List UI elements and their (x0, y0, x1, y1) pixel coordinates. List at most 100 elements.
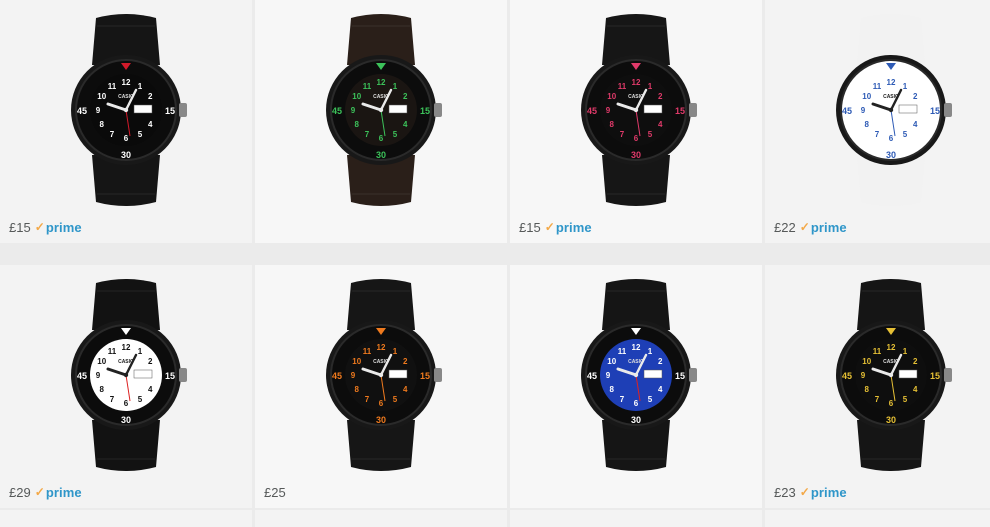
hour-numeral: 8 (355, 385, 360, 394)
hour-numeral: 9 (606, 371, 611, 380)
bezel-number: 30 (631, 415, 641, 425)
product-card[interactable]: 15 30 45 1 2 4 5 6 7 8 9 10 11 12 CASIO £15 ✓ prime (510, 0, 762, 243)
price-row: £25 (264, 484, 286, 500)
hour-numeral: 12 (122, 343, 131, 352)
bezel-number: 45 (842, 106, 852, 116)
hour-numeral: 7 (365, 130, 370, 139)
day-date-window (898, 104, 918, 114)
product-card[interactable]: 15 30 45 1 2 4 5 6 7 8 9 10 11 12 CASIO £29 ✓ prime (0, 265, 252, 508)
product-card-partial[interactable] (0, 510, 252, 527)
product-price: £23 (774, 484, 796, 500)
product-card-partial[interactable] (765, 510, 990, 527)
hour-numeral: 5 (393, 130, 398, 139)
hour-numeral: 9 (351, 106, 356, 115)
product-image[interactable]: 153045124567891011 12CASIO (765, 0, 990, 212)
hour-numeral: 1 (393, 347, 398, 356)
hour-numeral: 5 (903, 395, 908, 404)
hour-numeral: 1 (648, 82, 653, 91)
bezel-number: 15 (165, 371, 175, 381)
hour-numeral: 11 (873, 82, 882, 91)
hour-numeral: 5 (138, 395, 143, 404)
bezel-number: 30 (631, 150, 641, 160)
hour-numeral: 2 (913, 92, 918, 101)
product-card[interactable]: 15 30 45 1 2 4 5 6 7 8 9 10 11 12 CASIO £23 ✓ prime (765, 265, 990, 508)
bezel-number: 30 (376, 415, 386, 425)
prime-check-icon: ✓ (544, 220, 555, 234)
product-image[interactable]: 153045124567891011 12CASIO (510, 265, 762, 477)
hour-numeral: 12 (122, 78, 131, 87)
prime-badge: ✓ prime (800, 220, 847, 235)
product-price: £22 (774, 219, 796, 235)
product-image[interactable]: 153045124567891011 12CASIO (255, 0, 507, 212)
watch-center-pin (888, 372, 894, 378)
hour-numeral: 4 (148, 385, 153, 394)
prime-label: prime (810, 484, 847, 500)
bezel-number: 45 (587, 371, 597, 381)
hour-numeral: 7 (365, 395, 370, 404)
hour-numeral: 11 (618, 82, 627, 91)
prime-label: prime (810, 219, 847, 235)
product-image[interactable]: 153045124567891011 12CASIO (510, 0, 762, 212)
hour-numeral: 6 (379, 134, 384, 143)
product-image[interactable]: 153045124567891011 12CASIO (0, 0, 252, 212)
bezel-number: 15 (675, 371, 685, 381)
product-price: £15 (9, 219, 31, 235)
bezel-number: 45 (842, 371, 852, 381)
day-date-window (388, 104, 408, 114)
day-date-window (388, 369, 408, 379)
bezel-number: 45 (77, 371, 87, 381)
hour-numeral: 5 (138, 130, 143, 139)
hour-numeral: 6 (634, 399, 639, 408)
watch-center-pin (123, 107, 129, 113)
hour-numeral: 11 (108, 347, 117, 356)
hour-numeral: 4 (403, 120, 408, 129)
hour-numeral: 8 (610, 385, 615, 394)
product-card[interactable]: 15 30 45 1 2 4 5 6 7 8 9 10 11 12 CASIO £15 ✓ prime (0, 0, 252, 243)
bezel-number: 15 (930, 106, 940, 116)
product-image[interactable]: 153045124567891011 12CASIO (255, 265, 507, 477)
watch-crown (434, 103, 442, 117)
hour-numeral: 11 (108, 82, 117, 91)
hour-numeral: 5 (903, 130, 908, 139)
hour-numeral: 12 (377, 343, 386, 352)
watch-illustration: 153045124567891011 12CASIO (581, 14, 697, 206)
hour-numeral: 10 (607, 357, 616, 366)
product-card[interactable]: 15 30 45 1 2 4 5 6 7 8 9 10 11 12 CASIO £22 ✓ prime (765, 0, 990, 243)
product-price: £15 (519, 219, 541, 235)
product-card-partial[interactable] (255, 510, 507, 527)
bezel-number: 30 (886, 415, 896, 425)
hour-numeral: 1 (903, 347, 908, 356)
hour-numeral: 2 (403, 92, 408, 101)
product-card[interactable]: 15 30 45 1 2 4 5 6 7 8 9 10 11 12 CASIO £25 (255, 265, 507, 508)
watch-illustration: 153045124567891011 12CASIO (71, 279, 187, 471)
product-card[interactable]: 15 30 45 1 2 4 5 6 7 8 9 10 11 12 CASIO (255, 0, 507, 243)
hour-numeral: 10 (862, 357, 871, 366)
hour-numeral: 10 (607, 92, 616, 101)
watch-crown (944, 368, 952, 382)
watch-crown (689, 103, 697, 117)
hour-numeral: 12 (887, 343, 896, 352)
product-card-partial[interactable] (510, 510, 762, 527)
hour-numeral: 7 (110, 395, 115, 404)
hour-numeral: 5 (393, 395, 398, 404)
hour-numeral: 11 (363, 347, 372, 356)
product-price: £29 (9, 484, 31, 500)
product-image[interactable]: 153045124567891011 12CASIO (0, 265, 252, 477)
hour-numeral: 7 (875, 395, 880, 404)
hour-numeral: 5 (648, 395, 653, 404)
product-grid: 15 30 45 1 2 4 5 6 7 8 9 10 11 12 CASIO £15 ✓ prime 15 30 45… (0, 0, 990, 527)
watch-center-pin (123, 372, 129, 378)
price-row: £29 ✓ prime (9, 484, 82, 500)
hour-numeral: 1 (138, 347, 143, 356)
hour-numeral: 9 (351, 371, 356, 380)
hour-numeral: 12 (887, 78, 896, 87)
product-card[interactable]: 15 30 45 1 2 4 5 6 7 8 9 10 11 12 CASIO (510, 265, 762, 508)
prime-badge: ✓ prime (35, 220, 82, 235)
watch-illustration: 153045124567891011 12CASIO (71, 14, 187, 206)
hour-numeral: 7 (620, 130, 625, 139)
prime-badge: ✓ prime (800, 485, 847, 500)
hour-numeral: 8 (355, 120, 360, 129)
hour-numeral: 6 (124, 399, 129, 408)
hour-numeral: 12 (377, 78, 386, 87)
product-image[interactable]: 153045124567891011 12CASIO (765, 265, 990, 477)
